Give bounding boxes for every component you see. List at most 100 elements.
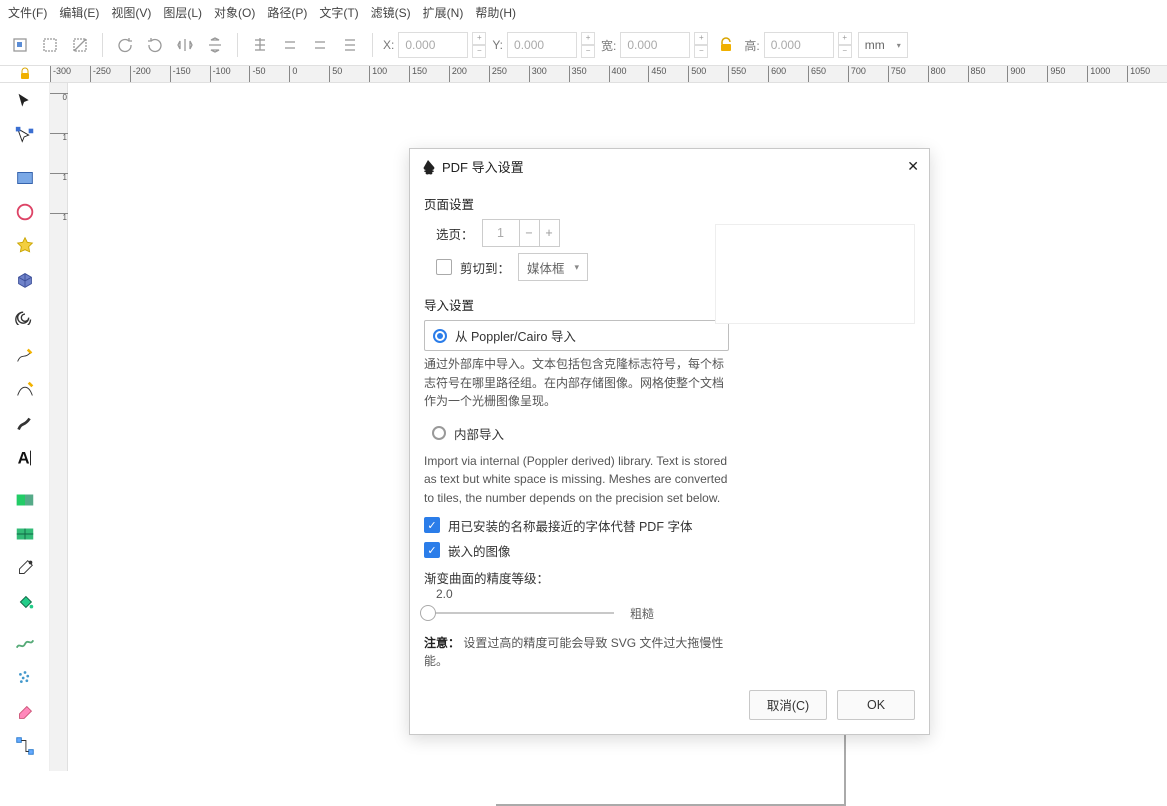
h-input[interactable] [764, 32, 834, 58]
text-tool-icon[interactable]: A [10, 445, 40, 471]
eraser-tool-icon[interactable] [10, 699, 40, 725]
tweak-tool-icon[interactable] [10, 631, 40, 657]
star-tool-icon[interactable] [10, 233, 40, 259]
deselect-icon[interactable] [68, 33, 92, 57]
svg-text:A: A [17, 450, 29, 468]
x-label: X: [383, 38, 394, 52]
unit-select[interactable]: mm [858, 32, 908, 58]
close-icon[interactable]: ✕ [907, 158, 919, 175]
select-page-label: 选页： [436, 224, 474, 243]
menu-text[interactable]: 文字(T) [319, 4, 358, 21]
box3d-tool-icon[interactable] [10, 267, 40, 293]
precision-label: 渐变曲面的精度等级： [424, 568, 729, 587]
precision-note: 注意： 设置过高的精度可能会导致 SVG 文件过大拖慢性能。 [424, 634, 729, 670]
lower-icon[interactable] [308, 33, 332, 57]
page-number-value: 1 [483, 220, 519, 246]
lock-aspect-icon[interactable] [714, 33, 738, 57]
dialog-footer: 取消(C) OK [410, 680, 929, 734]
paint-bucket-tool-icon[interactable] [10, 589, 40, 615]
rotate-cw-icon[interactable] [143, 33, 167, 57]
font-substitute-checkbox[interactable]: ✓ [424, 517, 440, 533]
radio-internal-row[interactable]: 内部导入 [424, 419, 729, 448]
menu-path[interactable]: 路径(P) [267, 4, 307, 21]
raise-top-icon[interactable] [248, 33, 272, 57]
select-all-icon[interactable] [38, 33, 62, 57]
menu-layer[interactable]: 图层(L) [163, 4, 202, 21]
page-plus[interactable]: + [539, 220, 559, 246]
menu-filters[interactable]: 滤镜(S) [371, 4, 411, 21]
ruler-row: -300-250-200-150-100-5005010015020025030… [0, 65, 1167, 83]
clip-select[interactable]: 媒体框 [518, 253, 588, 281]
page-minus[interactable]: − [519, 220, 539, 246]
radio-poppler-label: 从 Poppler/Cairo 导入 [455, 326, 576, 345]
rotate-ccw-icon[interactable] [113, 33, 137, 57]
clip-checkbox[interactable] [436, 259, 452, 275]
page-number-spin[interactable]: 1 − + [482, 219, 560, 247]
precision-rough-label: 粗糙 [630, 605, 654, 622]
page-settings-heading: 页面设置 [424, 194, 729, 213]
calligraphy-tool-icon[interactable] [10, 411, 40, 437]
menu-bar: 文件(F) 编辑(E) 视图(V) 图层(L) 对象(O) 路径(P) 文字(T… [0, 0, 1167, 25]
spray-tool-icon[interactable] [10, 665, 40, 691]
precision-slider[interactable] [424, 612, 614, 614]
page-preview [715, 224, 915, 324]
options-toolbar: X: +− Y: +− 宽: +− 高: +− mm [0, 25, 1167, 65]
mesh-tool-icon[interactable] [10, 521, 40, 547]
menu-extensions[interactable]: 扩展(N) [423, 4, 464, 21]
select-all-layers-icon[interactable] [8, 33, 32, 57]
y-input[interactable] [507, 32, 577, 58]
dialog-title: PDF 导入设置 [442, 157, 524, 176]
ok-button[interactable]: OK [837, 690, 915, 720]
y-spin[interactable]: +− [581, 32, 595, 58]
dialog-body: 页面设置 选页： 1 − + 剪切到： 媒体框 导入设置 从 Poppler/C… [410, 184, 929, 680]
rect-tool-icon[interactable] [10, 165, 40, 191]
spiral-tool-icon[interactable] [10, 301, 40, 327]
lower-bottom-icon[interactable] [338, 33, 362, 57]
node-tool-icon[interactable] [10, 123, 40, 149]
flip-h-icon[interactable] [173, 33, 197, 57]
menu-edit[interactable]: 编辑(E) [59, 4, 99, 21]
h-spin[interactable]: +− [838, 32, 852, 58]
menu-object[interactable]: 对象(O) [214, 4, 255, 21]
coord-x: X: +− [383, 32, 486, 58]
vertical-ruler: 0111 [50, 83, 68, 771]
connector-tool-icon[interactable] [10, 733, 40, 759]
w-spin[interactable]: +− [694, 32, 708, 58]
radio-internal[interactable] [432, 426, 446, 440]
x-input[interactable] [398, 32, 468, 58]
clip-label: 剪切到： [460, 258, 510, 277]
horizontal-ruler: -300-250-200-150-100-5005010015020025030… [50, 66, 1167, 82]
selector-tool-icon[interactable] [10, 89, 40, 115]
cancel-button[interactable]: 取消(C) [749, 690, 827, 720]
menu-file[interactable]: 文件(F) [8, 4, 47, 21]
embed-images-checkbox[interactable]: ✓ [424, 542, 440, 558]
pencil-tool-icon[interactable] [10, 343, 40, 369]
y-label: Y: [492, 38, 503, 52]
x-spin[interactable]: +− [472, 32, 486, 58]
raise-icon[interactable] [278, 33, 302, 57]
dialog-titlebar: PDF 导入设置 ✕ [410, 149, 929, 184]
dropper-tool-icon[interactable] [10, 555, 40, 581]
precision-value: 2.0 [436, 587, 729, 601]
radio-poppler[interactable] [433, 329, 447, 343]
bezier-tool-icon[interactable] [10, 377, 40, 403]
inkscape-icon [420, 159, 436, 175]
slider-thumb[interactable] [420, 605, 436, 621]
font-substitute-label: 用已安装的名称最接近的字体代替 PDF 字体 [448, 516, 692, 535]
radio-poppler-row[interactable]: 从 Poppler/Cairo 导入 [424, 320, 729, 351]
pdf-import-dialog: PDF 导入设置 ✕ 页面设置 选页： 1 − + 剪切到： 媒体框 导入设置 [409, 148, 930, 735]
ruler-corner [0, 66, 50, 82]
w-label: 宽: [601, 37, 616, 54]
poppler-description: 通过外部库中导入。文本包括包含克隆标志符号，每个标志符号在哪里路径组。在内部存储… [424, 355, 729, 411]
note-prefix: 注意： [424, 636, 460, 650]
toolbox: A [0, 83, 50, 771]
menu-view[interactable]: 视图(V) [111, 4, 151, 21]
gradient-tool-icon[interactable] [10, 487, 40, 513]
lock-guides-icon[interactable] [18, 67, 32, 81]
radio-internal-label: 内部导入 [454, 424, 504, 443]
w-input[interactable] [620, 32, 690, 58]
menu-help[interactable]: 帮助(H) [475, 4, 516, 21]
note-text: 设置过高的精度可能会导致 SVG 文件过大拖慢性能。 [424, 636, 723, 668]
ellipse-tool-icon[interactable] [10, 199, 40, 225]
flip-v-icon[interactable] [203, 33, 227, 57]
